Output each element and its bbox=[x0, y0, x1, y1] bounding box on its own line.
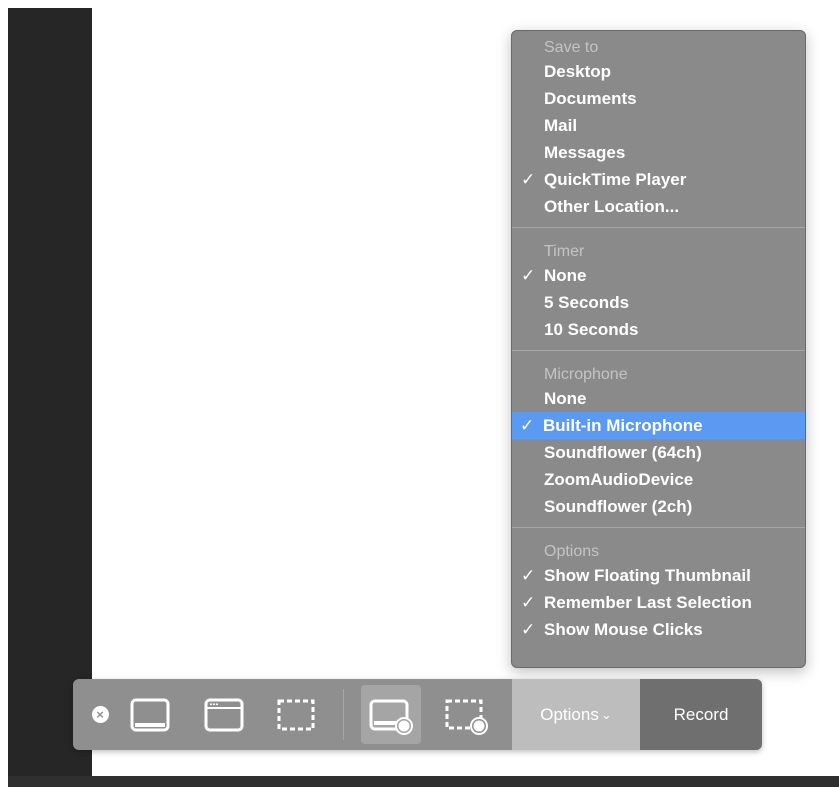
menu-item-label: Mail bbox=[544, 116, 578, 135]
menu-section-save-to: Save to Desktop Documents Mail Messages … bbox=[512, 31, 805, 220]
menu-item-label: QuickTime Player bbox=[544, 170, 687, 189]
menu-separator bbox=[512, 227, 805, 228]
options-button[interactable]: Options ⌄ bbox=[512, 679, 640, 750]
record-button[interactable]: Record bbox=[640, 679, 762, 750]
bottom-bar bbox=[8, 776, 839, 787]
menu-item-show-mouse-clicks[interactable]: ✓ Show Mouse Clicks bbox=[512, 616, 805, 643]
menu-item-label: Show Floating Thumbnail bbox=[544, 566, 751, 585]
checkmark-icon: ✓ bbox=[521, 170, 536, 189]
capture-entire-screen-icon bbox=[130, 698, 170, 731]
menu-header-options: Options bbox=[544, 543, 600, 560]
options-label: Options bbox=[540, 704, 599, 724]
capture-entire-screen-button[interactable] bbox=[125, 679, 175, 750]
capture-selected-portion-icon bbox=[277, 699, 315, 730]
checkmark-icon: ✓ bbox=[521, 593, 536, 612]
menu-item-label: ZoomAudioDevice bbox=[544, 470, 694, 489]
menu-item-label: None bbox=[544, 389, 587, 408]
menu-item-documents[interactable]: Documents bbox=[512, 85, 805, 112]
capture-window-icon bbox=[204, 698, 244, 731]
record-selected-portion-button[interactable] bbox=[436, 679, 496, 750]
record-entire-screen-icon bbox=[369, 699, 413, 735]
menu-section-timer: Timer ✓ None 5 Seconds 10 Seconds bbox=[512, 235, 805, 343]
record-entire-screen-button[interactable] bbox=[361, 685, 421, 744]
record-label: Record bbox=[673, 704, 729, 724]
close-icon: × bbox=[91, 706, 109, 723]
menu-item-desktop[interactable]: Desktop bbox=[512, 58, 805, 85]
background-window-sidebar bbox=[8, 8, 92, 777]
chevron-down-icon: ⌄ bbox=[600, 706, 612, 722]
menu-item-label: Remember Last Selection bbox=[544, 593, 752, 612]
menu-separator bbox=[512, 350, 805, 351]
menu-separator bbox=[512, 527, 805, 528]
menu-item-label: Other Location... bbox=[544, 197, 680, 216]
menu-item-other-location[interactable]: Other Location... bbox=[512, 193, 805, 220]
menu-item-label: Built-in Microphone bbox=[543, 416, 703, 435]
menu-item-label: Soundflower (64ch) bbox=[544, 443, 702, 462]
menu-item-soundflower-64ch[interactable]: Soundflower (64ch) bbox=[512, 439, 805, 466]
menu-item-label: Messages bbox=[544, 143, 626, 162]
left-margin bbox=[0, 0, 8, 787]
menu-section-options: Options ✓ Show Floating Thumbnail ✓ Rememb… bbox=[512, 535, 805, 643]
menu-item-quicktime-player[interactable]: ✓ QuickTime Player bbox=[512, 166, 805, 193]
checkmark-icon: ✓ bbox=[521, 620, 536, 639]
menu-item-label: Soundflower (2ch) bbox=[544, 497, 693, 516]
options-menu: Save to Desktop Documents Mail Messages … bbox=[511, 30, 806, 668]
close-button[interactable]: × bbox=[88, 679, 112, 750]
record-selected-portion-icon bbox=[445, 699, 488, 735]
menu-item-label: None bbox=[544, 266, 587, 285]
menu-header-save-to: Save to bbox=[544, 39, 599, 56]
menu-item-zoomaudiodevice[interactable]: ZoomAudioDevice bbox=[512, 466, 805, 493]
checkmark-icon: ✓ bbox=[521, 266, 536, 285]
menu-item-label: 5 Seconds bbox=[544, 293, 630, 312]
menu-item-label: 10 Seconds bbox=[544, 320, 639, 339]
checkmark-icon: ✓ bbox=[520, 416, 535, 435]
menu-item-label: Documents bbox=[544, 89, 637, 108]
menu-item-label: Show Mouse Clicks bbox=[544, 620, 703, 639]
menu-item-built-in-microphone[interactable]: ✓ Built-in Microphone bbox=[512, 412, 805, 439]
menu-item-soundflower-2ch[interactable]: Soundflower (2ch) bbox=[512, 493, 805, 520]
menu-item-label: Desktop bbox=[544, 62, 612, 81]
menu-item-microphone-none[interactable]: None bbox=[512, 385, 805, 412]
checkmark-icon: ✓ bbox=[521, 566, 536, 585]
menu-item-remember-last-selection[interactable]: ✓ Remember Last Selection bbox=[512, 589, 805, 616]
menu-item-show-floating-thumbnail[interactable]: ✓ Show Floating Thumbnail bbox=[512, 562, 805, 589]
capture-selected-portion-button[interactable] bbox=[271, 679, 321, 750]
menu-item-timer-5-seconds[interactable]: 5 Seconds bbox=[512, 289, 805, 316]
screenshot-toolbar: × Options ⌄ Record bbox=[73, 679, 762, 750]
menu-section-microphone: Microphone None ✓ Built-in Microphone Sou… bbox=[512, 358, 805, 520]
menu-header-timer: Timer bbox=[544, 243, 585, 260]
menu-item-messages[interactable]: Messages bbox=[512, 139, 805, 166]
capture-window-button[interactable] bbox=[199, 679, 249, 750]
menu-item-timer-none[interactable]: ✓ None bbox=[512, 262, 805, 289]
menu-item-timer-10-seconds[interactable]: 10 Seconds bbox=[512, 316, 805, 343]
menu-item-mail[interactable]: Mail bbox=[512, 112, 805, 139]
toolbar-divider bbox=[343, 689, 344, 740]
menu-header-microphone: Microphone bbox=[544, 366, 628, 383]
